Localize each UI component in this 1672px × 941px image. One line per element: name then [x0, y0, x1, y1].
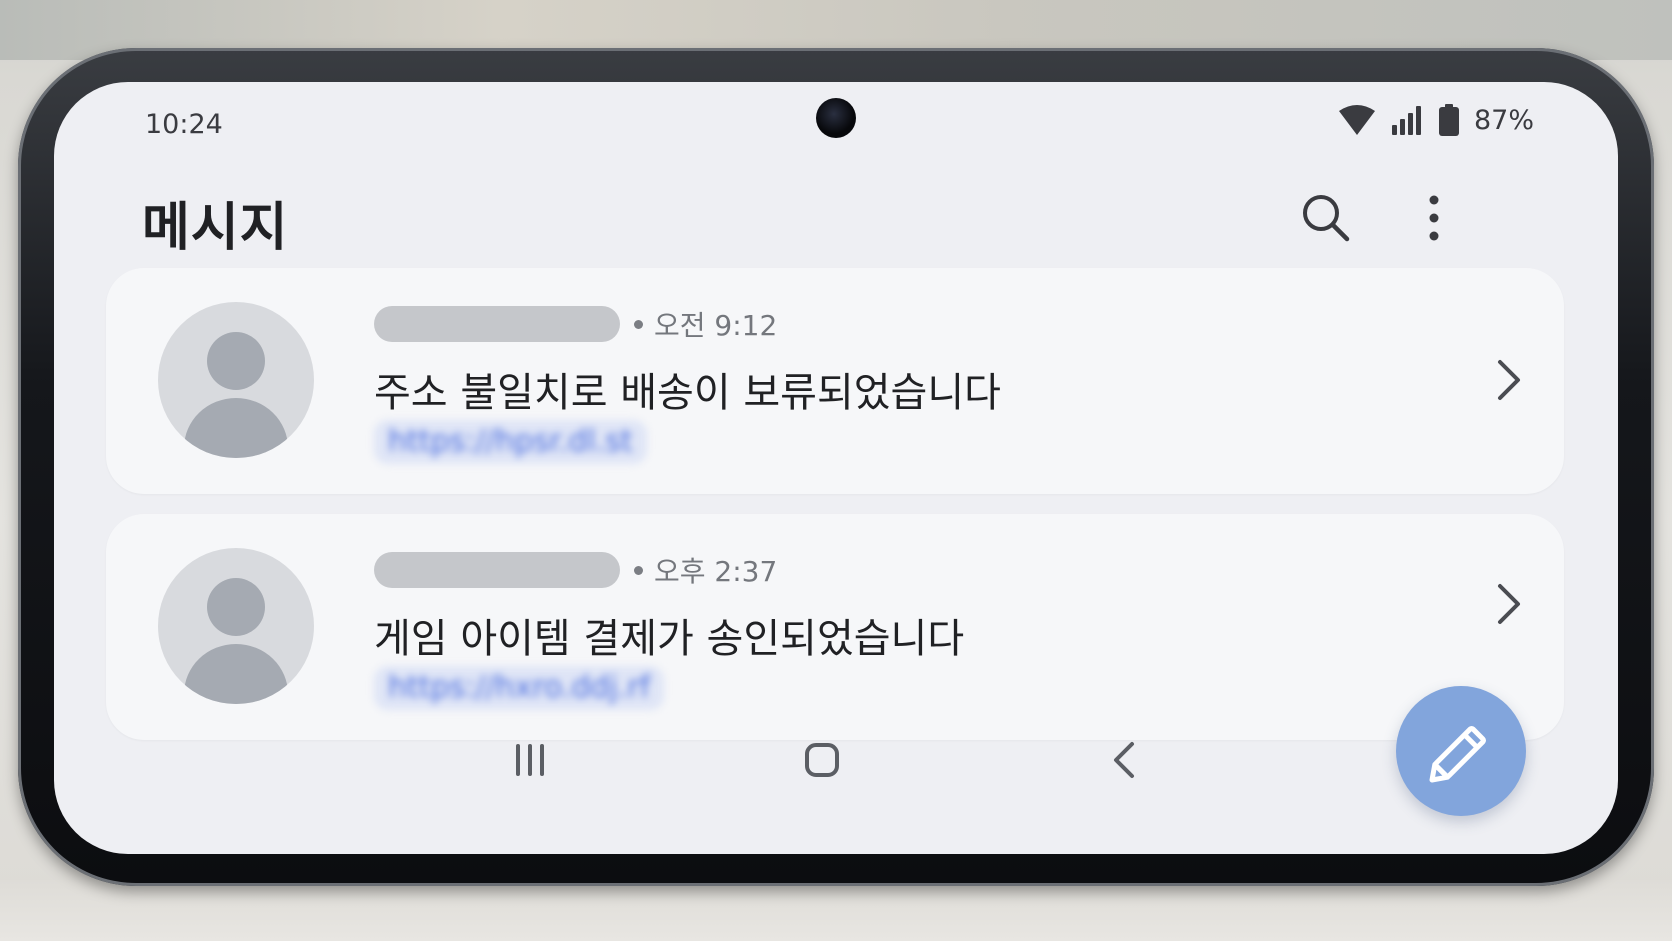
sender-name-redacted: [374, 552, 620, 588]
message-link[interactable]: https://hpsr.dl.st: [374, 420, 647, 464]
person-icon: [207, 332, 265, 390]
chevron-right-icon[interactable]: [1494, 356, 1524, 404]
message-preview: 주소 불일치로 배송이 보류되었습니다: [374, 370, 1001, 416]
signal-icon: [1391, 106, 1421, 135]
message-card[interactable]: 오전 9:12 주소 불일치로 배송이 보류되었습니다 https://hpsr…: [106, 268, 1564, 494]
front-camera: [816, 98, 856, 138]
search-button[interactable]: [1298, 190, 1354, 246]
more-options-button[interactable]: [1414, 190, 1454, 246]
page-title: 메시지: [142, 198, 289, 258]
wifi-icon: [1338, 105, 1375, 135]
sender-name-redacted: [374, 306, 620, 342]
avatar: [158, 548, 314, 704]
back-icon[interactable]: [1104, 738, 1144, 782]
home-icon[interactable]: [798, 738, 846, 782]
message-time: 오후 2:37: [654, 555, 778, 588]
recents-icon[interactable]: [508, 738, 552, 782]
avatar: [158, 302, 314, 458]
message-card[interactable]: 오후 2:37 게임 아이템 결제가 송인되었습니다 https://hxro.…: [106, 514, 1564, 740]
battery-percent: 87%: [1473, 104, 1534, 136]
battery-icon: [1438, 104, 1459, 136]
message-time: 오전 9:12: [654, 309, 778, 342]
phone-screen: 10:24 87% 메시지 오전 9:12 주소 불일치로 배송이 보류되었습니…: [54, 82, 1618, 854]
separator-dot: [634, 566, 643, 575]
status-time: 10:24: [145, 109, 223, 140]
person-icon: [207, 578, 265, 636]
table-surface: [0, 880, 1672, 941]
chevron-right-icon[interactable]: [1494, 580, 1524, 628]
edit-icon: [1429, 725, 1487, 783]
message-link[interactable]: https://hxro.ddj.rf: [374, 666, 665, 710]
status-icons: 87%: [1338, 104, 1534, 136]
message-preview: 게임 아이템 결제가 송인되었습니다: [374, 616, 965, 662]
search-icon: [1303, 195, 1350, 242]
more-vert-icon: [1429, 195, 1439, 241]
compose-button[interactable]: [1396, 686, 1526, 816]
separator-dot: [634, 320, 643, 329]
